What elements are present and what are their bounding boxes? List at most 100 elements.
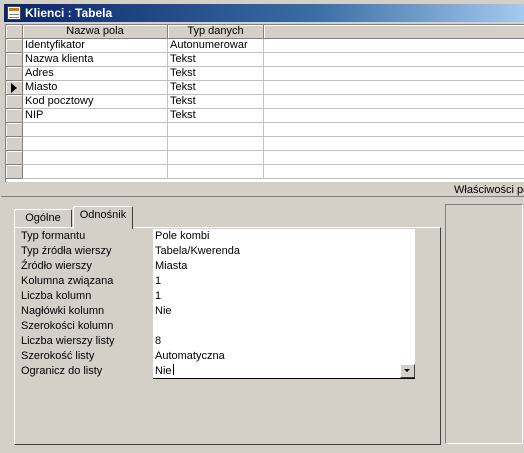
field-name-cell[interactable]: Identyfikator — [23, 39, 168, 53]
property-value-text: Nie — [155, 365, 172, 377]
table-row[interactable]: Kod pocztowy Tekst — [6, 95, 524, 109]
row-selector[interactable] — [6, 151, 23, 165]
row-selector[interactable] — [6, 165, 23, 179]
property-value[interactable]: Nie — [153, 364, 415, 379]
data-type-cell[interactable] — [168, 151, 264, 165]
description-cell[interactable] — [264, 67, 524, 81]
row-selector[interactable] — [6, 39, 23, 53]
row-selector-header[interactable] — [6, 25, 23, 39]
column-header-data-type[interactable]: Typ danych — [168, 25, 264, 39]
property-row: Liczba kolumn 1 — [21, 289, 429, 304]
property-value-text: 8 — [155, 335, 162, 347]
field-name-cell[interactable] — [23, 165, 168, 179]
property-label: Źródło wierszy — [21, 260, 92, 272]
field-name-cell[interactable]: Kod pocztowy — [23, 95, 168, 109]
lookup-properties-panel: Typ formantu Pole kombi Typ źródła wierszy… — [14, 227, 441, 445]
property-row: Typ formantu Pole kombi — [21, 229, 429, 244]
field-properties-bar: Właściwości pola — [1, 183, 524, 197]
property-value-text: Automatyczna — [155, 350, 225, 362]
property-label: Szerokość listy — [21, 350, 95, 362]
property-label: Liczba wierszy listy — [21, 335, 115, 347]
property-row: Typ źródła wierszy Tabela/Kwerenda — [21, 244, 429, 259]
field-name-cell[interactable] — [23, 137, 168, 151]
property-value[interactable]: 1 — [153, 289, 415, 304]
property-value-text: Pole kombi — [155, 230, 210, 242]
property-label: Szerokości kolumn — [21, 320, 114, 332]
row-selector[interactable] — [6, 95, 23, 109]
description-cell[interactable] — [264, 95, 524, 109]
property-row: Źródło wierszy Miasta — [21, 259, 429, 274]
field-name-cell[interactable]: NIP — [23, 109, 168, 123]
field-name-cell[interactable] — [23, 123, 168, 137]
field-properties-label: Właściwości pola — [454, 184, 524, 196]
table-row[interactable] — [6, 151, 524, 165]
window-title: Klienci : Tabela — [25, 6, 113, 20]
table-row[interactable]: Nazwa klienta Tekst — [6, 53, 524, 67]
data-type-cell[interactable] — [168, 123, 264, 137]
property-value-text: Tabela/Kwerenda — [155, 245, 241, 257]
current-row-arrow-icon — [11, 83, 17, 93]
description-cell[interactable] — [264, 151, 524, 165]
data-type-cell[interactable]: Tekst — [168, 95, 264, 109]
tab-lookup[interactable]: Odnośnik — [73, 206, 133, 229]
description-cell[interactable] — [264, 137, 524, 151]
property-value[interactable] — [153, 319, 415, 334]
data-type-cell[interactable]: Tekst — [168, 109, 264, 123]
row-selector[interactable] — [6, 53, 23, 67]
description-cell[interactable] — [264, 123, 524, 137]
tab-general[interactable]: Ogólne — [14, 209, 72, 228]
description-cell[interactable] — [264, 165, 524, 179]
column-header-field-name[interactable]: Nazwa pola — [23, 25, 168, 39]
property-row: Ogranicz do listy Nie — [21, 364, 429, 379]
data-type-cell[interactable]: Tekst — [168, 67, 264, 81]
property-value-text: 1 — [155, 275, 162, 287]
property-value[interactable]: Miasta — [153, 259, 415, 274]
data-type-cell[interactable] — [168, 165, 264, 179]
column-header-description[interactable] — [264, 25, 524, 39]
field-name-cell[interactable]: Nazwa klienta — [23, 53, 168, 67]
property-value[interactable]: Tabela/Kwerenda — [153, 244, 415, 259]
row-selector[interactable] — [6, 67, 23, 81]
property-label: Ogranicz do listy — [21, 365, 103, 377]
data-type-cell[interactable] — [168, 137, 264, 151]
property-value-text: 1 — [155, 290, 162, 302]
property-value[interactable]: 1 — [153, 274, 415, 289]
table-row[interactable] — [6, 165, 524, 179]
dropdown-arrow-icon[interactable] — [400, 364, 415, 378]
data-type-cell[interactable]: Tekst — [168, 81, 264, 95]
description-cell[interactable] — [264, 39, 524, 53]
table-row[interactable]: Miasto Tekst — [6, 81, 524, 95]
description-cell[interactable] — [264, 109, 524, 123]
row-selector[interactable] — [6, 137, 23, 151]
property-value[interactable]: Nie — [153, 304, 415, 319]
table-row[interactable] — [6, 137, 524, 151]
property-row: Szerokość listy Automatyczna — [21, 349, 429, 364]
property-row: Nagłówki kolumn Nie — [21, 304, 429, 319]
data-type-cell[interactable]: Tekst — [168, 53, 264, 67]
row-selector[interactable] — [6, 81, 23, 95]
description-cell[interactable] — [264, 81, 524, 95]
property-label: Kolumna związana — [21, 275, 114, 287]
grid-header: Nazwa pola Typ danych — [6, 25, 524, 39]
description-cell[interactable] — [264, 53, 524, 67]
property-row: Kolumna związana 1 — [21, 274, 429, 289]
field-name-cell[interactable]: Miasto — [23, 81, 168, 95]
property-value[interactable]: 8 — [153, 334, 415, 349]
data-type-cell[interactable]: Autonumerowar — [168, 39, 264, 53]
table-row[interactable] — [6, 123, 524, 137]
property-label: Typ formantu — [21, 230, 86, 242]
property-value[interactable]: Automatyczna — [153, 349, 415, 364]
title-bar[interactable]: Klienci : Tabela — [4, 4, 524, 22]
field-name-cell[interactable]: Adres — [23, 67, 168, 81]
property-label: Typ źródła wierszy — [21, 245, 112, 257]
property-value[interactable]: Pole kombi — [153, 229, 415, 244]
help-panel — [445, 204, 523, 444]
table-row[interactable]: NIP Tekst — [6, 109, 524, 123]
row-selector[interactable] — [6, 123, 23, 137]
field-name-cell[interactable] — [23, 151, 168, 165]
table-row[interactable]: Adres Tekst — [6, 67, 524, 81]
property-label: Liczba kolumn — [21, 290, 92, 302]
table-row[interactable]: Identyfikator Autonumerowar — [6, 39, 524, 53]
property-row: Liczba wierszy listy 8 — [21, 334, 429, 349]
row-selector[interactable] — [6, 109, 23, 123]
